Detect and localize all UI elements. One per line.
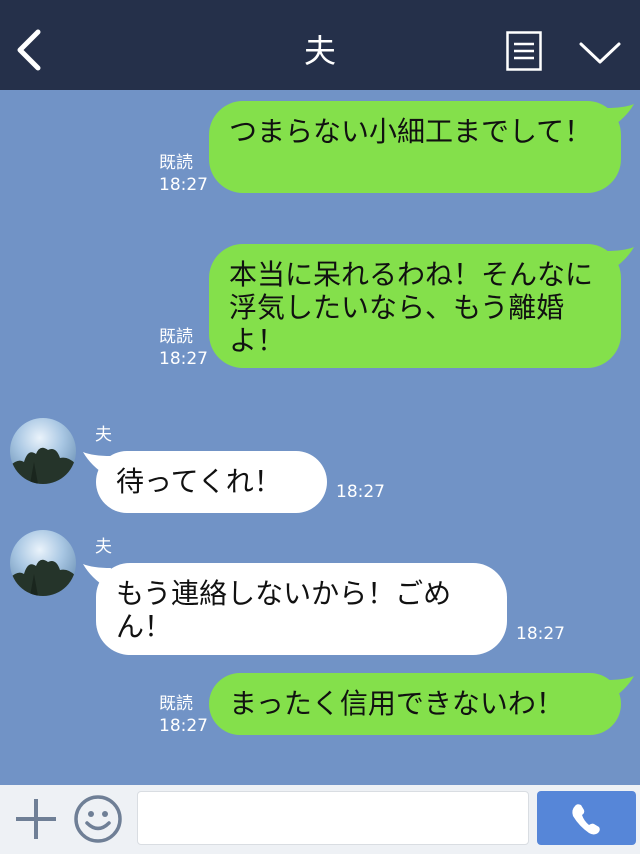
menu-icon (506, 31, 542, 71)
avatar[interactable] (10, 418, 76, 484)
message-bubble-outgoing[interactable]: つまらない小細工までして！ (209, 101, 621, 193)
message-status: 既読 18:27 (159, 152, 208, 196)
chat-header: 夫 (0, 0, 640, 90)
collapse-button[interactable] (578, 38, 622, 68)
emoji-icon (74, 795, 122, 843)
message-text: 本当に呆れるわね！そんなに浮気したいなら、もう離婚よ！ (229, 258, 594, 357)
message-status: 既読 18:27 (159, 693, 208, 737)
back-button[interactable] (14, 28, 46, 72)
sender-name: 夫 (95, 537, 112, 557)
add-attachment-button[interactable] (14, 797, 58, 841)
phone-icon (572, 804, 600, 835)
read-receipt: 既読 (159, 153, 193, 173)
avatar[interactable] (10, 530, 76, 596)
message-time: 18:27 (159, 175, 208, 195)
chat-area[interactable]: 既読 18:27 つまらない小細工までして！ 既読 18:27 本当に呆れるわね… (0, 90, 640, 785)
read-receipt: 既読 (159, 327, 193, 347)
message-time: 18:27 (159, 349, 208, 369)
chevron-down-icon (579, 42, 621, 64)
avatar-image (10, 418, 76, 484)
emoji-button[interactable] (73, 794, 123, 844)
read-receipt: 既読 (159, 694, 193, 714)
call-button[interactable] (537, 791, 636, 845)
message-bubble-outgoing[interactable]: 本当に呆れるわね！そんなに浮気したいなら、もう離婚よ！ (209, 244, 621, 368)
bubble-tail (83, 452, 111, 476)
bubble-tail (83, 564, 111, 588)
chat-title: 夫 (303, 32, 336, 70)
message-text: 待ってくれ！ (116, 465, 282, 498)
message-bubble-incoming[interactable]: 待ってくれ！ (96, 451, 327, 513)
message-status: 既読 18:27 (159, 326, 208, 370)
message-input[interactable] (137, 791, 529, 845)
message-text: まったく信用できないわ！ (229, 687, 564, 720)
message-text: つまらない小細工までして！ (229, 115, 593, 148)
back-arrow-icon (17, 29, 41, 71)
message-text: もう連絡しないから！ごめん！ (116, 577, 452, 643)
message-time: 18:27 (159, 716, 208, 736)
bubble-tail (606, 104, 634, 128)
bubble-tail (606, 676, 634, 700)
avatar-image (10, 530, 76, 596)
menu-button[interactable] (506, 31, 542, 71)
message-bubble-incoming[interactable]: もう連絡しないから！ごめん！ (96, 563, 507, 655)
bubble-tail (606, 247, 634, 271)
message-time: 18:27 (516, 624, 565, 644)
message-bubble-outgoing[interactable]: まったく信用できないわ！ (209, 673, 621, 735)
message-time: 18:27 (336, 482, 385, 502)
plus-icon (16, 799, 56, 839)
sender-name: 夫 (95, 425, 112, 445)
